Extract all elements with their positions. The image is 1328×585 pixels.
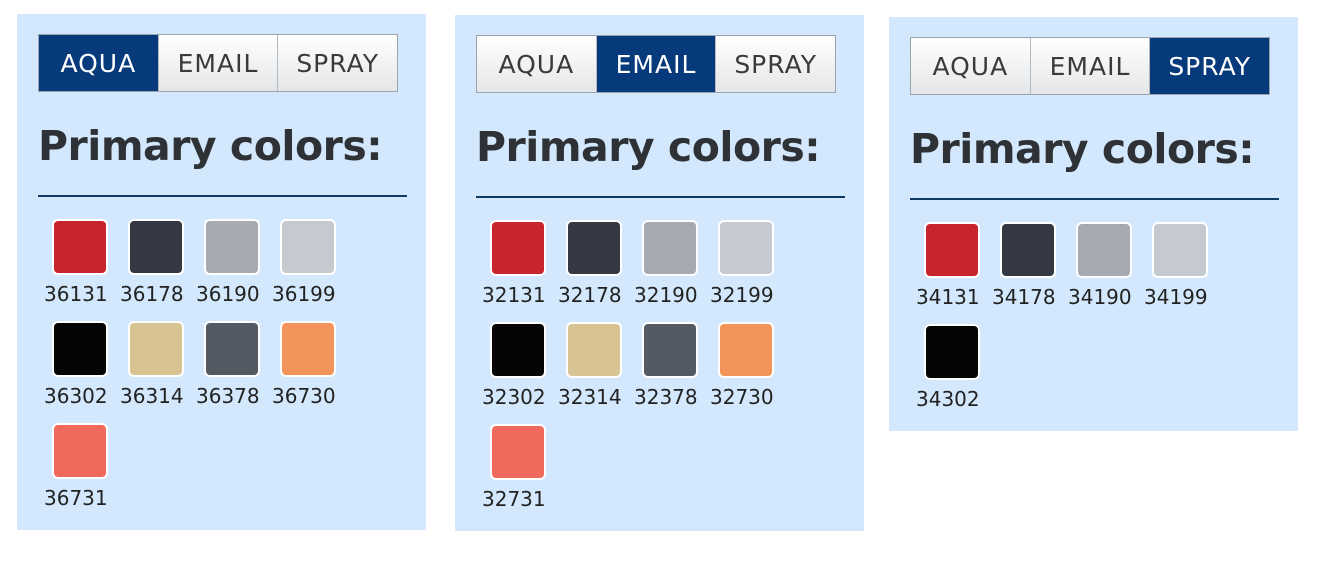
color-code-label: 36731 (44, 486, 108, 510)
tab-bar: AQUA EMAIL SPRAY (910, 37, 1270, 95)
color-swatch[interactable] (128, 321, 184, 377)
swatch-item[interactable]: 32131 (482, 220, 558, 316)
color-swatch[interactable] (490, 220, 546, 276)
color-code-label: 34178 (992, 285, 1056, 309)
tab-aqua[interactable]: AQUA (477, 36, 597, 92)
color-swatch[interactable] (1076, 222, 1132, 278)
tab-aqua[interactable]: AQUA (911, 38, 1031, 94)
swatch-item[interactable]: 36131 (44, 219, 120, 315)
swatch-item[interactable]: 36302 (44, 321, 120, 417)
color-panel-spray: AQUA EMAIL SPRAY Primary colors: 34131 34… (889, 17, 1298, 431)
tab-aqua[interactable]: AQUA (39, 35, 159, 91)
color-swatch[interactable] (280, 321, 336, 377)
tab-email[interactable]: EMAIL (1030, 38, 1151, 94)
color-code-label: 36199 (272, 282, 336, 306)
color-code-label: 36314 (120, 384, 184, 408)
color-code-label: 32378 (634, 385, 698, 409)
color-panel-aqua: AQUA EMAIL SPRAY Primary colors: 36131 36… (17, 14, 426, 530)
color-code-label: 34302 (916, 387, 980, 411)
swatch-item[interactable]: 34190 (1068, 222, 1144, 318)
color-swatch[interactable] (204, 321, 260, 377)
swatch-item[interactable]: 32178 (558, 220, 634, 316)
color-code-label: 36178 (120, 282, 184, 306)
swatch-item[interactable]: 34199 (1144, 222, 1220, 318)
color-swatch[interactable] (52, 321, 108, 377)
divider (38, 195, 407, 197)
swatch-item[interactable]: 36378 (196, 321, 272, 417)
swatch-item[interactable]: 32314 (558, 322, 634, 418)
tab-bar: AQUA EMAIL SPRAY (38, 34, 398, 92)
section-heading: Primary colors: (38, 122, 383, 170)
color-code-label: 36190 (196, 282, 260, 306)
section-heading: Primary colors: (910, 125, 1255, 173)
swatch-item[interactable]: 32730 (710, 322, 786, 418)
color-swatch[interactable] (52, 423, 108, 479)
color-swatch[interactable] (280, 219, 336, 275)
swatch-item[interactable]: 32731 (482, 424, 558, 520)
divider (476, 196, 845, 198)
color-code-label: 32190 (634, 283, 698, 307)
color-code-label: 32302 (482, 385, 546, 409)
swatch-item[interactable]: 36314 (120, 321, 196, 417)
color-swatch[interactable] (642, 322, 698, 378)
color-code-label: 32178 (558, 283, 622, 307)
tab-email[interactable]: EMAIL (158, 35, 279, 91)
color-swatch[interactable] (1000, 222, 1056, 278)
color-swatch[interactable] (924, 324, 980, 380)
color-swatch[interactable] (1152, 222, 1208, 278)
color-swatch[interactable] (642, 220, 698, 276)
tab-bar: AQUA EMAIL SPRAY (476, 35, 836, 93)
tab-spray[interactable]: SPRAY (716, 36, 836, 92)
color-swatch[interactable] (718, 322, 774, 378)
color-code-label: 32730 (710, 385, 774, 409)
swatch-item[interactable]: 36190 (196, 219, 272, 315)
swatch-item[interactable]: 32199 (710, 220, 786, 316)
color-code-label: 32131 (482, 283, 546, 307)
swatch-item[interactable]: 32190 (634, 220, 710, 316)
color-swatch[interactable] (52, 219, 108, 275)
tab-spray[interactable]: SPRAY (278, 35, 398, 91)
swatch-item[interactable]: 34131 (916, 222, 992, 318)
section-heading: Primary colors: (476, 123, 821, 171)
color-swatch[interactable] (490, 424, 546, 480)
color-code-label: 32199 (710, 283, 774, 307)
swatch-item[interactable]: 36731 (44, 423, 120, 519)
color-code-label: 32314 (558, 385, 622, 409)
swatch-item[interactable]: 36199 (272, 219, 348, 315)
divider (910, 198, 1279, 200)
color-code-label: 36378 (196, 384, 260, 408)
color-code-label: 36302 (44, 384, 108, 408)
color-code-label: 36730 (272, 384, 336, 408)
color-code-label: 32731 (482, 487, 546, 511)
color-swatch[interactable] (924, 222, 980, 278)
swatch-item[interactable]: 36730 (272, 321, 348, 417)
color-swatch[interactable] (490, 322, 546, 378)
swatch-item[interactable]: 36178 (120, 219, 196, 315)
swatch-item[interactable]: 34302 (916, 324, 992, 420)
color-swatch[interactable] (566, 220, 622, 276)
tab-email[interactable]: EMAIL (596, 36, 717, 92)
color-swatch[interactable] (566, 322, 622, 378)
color-swatch[interactable] (718, 220, 774, 276)
color-swatch[interactable] (204, 219, 260, 275)
swatch-item[interactable]: 32302 (482, 322, 558, 418)
swatch-item[interactable]: 34178 (992, 222, 1068, 318)
color-code-label: 34190 (1068, 285, 1132, 309)
color-code-label: 36131 (44, 282, 108, 306)
tab-spray[interactable]: SPRAY (1150, 38, 1270, 94)
color-code-label: 34131 (916, 285, 980, 309)
swatch-item[interactable]: 32378 (634, 322, 710, 418)
color-panel-email: AQUA EMAIL SPRAY Primary colors: 32131 32… (455, 15, 864, 531)
color-code-label: 34199 (1144, 285, 1208, 309)
color-swatch[interactable] (128, 219, 184, 275)
